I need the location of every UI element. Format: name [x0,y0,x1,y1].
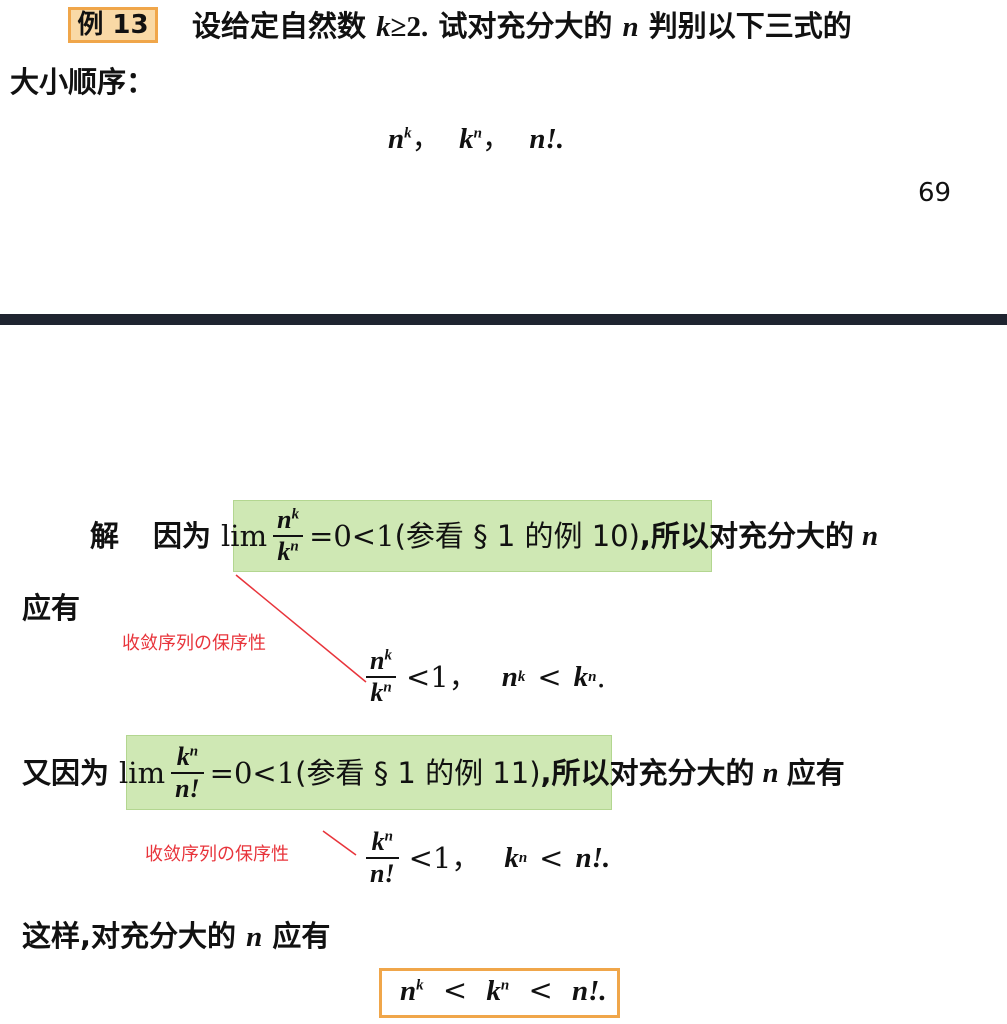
final-nfact: n!. [571,975,607,1007]
formula-1: nk kn <1， nk < kn. [360,642,606,712]
annotation-order-preserving-2: 收敛序列の保序性 [145,844,289,865]
frac3-den-nfact: n! [175,774,200,803]
annotation-line-1 [235,574,367,683]
final-n: n [400,975,417,1007]
lim-2: lim [119,755,166,790]
ineq2-lt: < [539,840,564,875]
ineq1-n: n [501,660,518,693]
annotation-line-2 [322,830,357,856]
ineq2-k: k [504,841,519,874]
should-have-2: 应有 [786,755,845,790]
solution-line-2: 又因为 lim kn n! =0<1 (参看 § 1 的例 11) ,所以对充分… [22,740,845,806]
lt-one-2: <1， [408,840,481,875]
frac2-num-sup: k [384,647,392,664]
fraction-nk-over-kn-2: nk kn [366,647,396,708]
var-n-3: n [246,921,263,953]
so-text-2: ,所以对充分大的 [540,755,755,790]
ineq1-k: k [573,660,589,693]
final-k: k [486,975,501,1007]
frac4-den-nfact: n! [370,859,395,888]
eq-zero-lt-one-2: =0<1 [209,755,296,790]
reference-example-11: (参看 § 1 的例 11) [295,755,541,790]
final-sup-k: k [416,977,424,994]
frac4-num-sup: n [384,828,393,845]
solution-line-3: 这样,对充分大的 n 应有 [22,922,330,952]
again-because-text: 又因为 [22,755,110,790]
ineq2-nfact: n!. [575,841,611,874]
thus-text: 这样,对充分大的 [22,919,237,953]
final-lt-1: < [442,973,468,1007]
frac2-num-n: n [370,645,385,675]
fraction-kn-over-nfact-2: kn n! [366,828,399,889]
frac4-num-k: k [371,826,385,856]
should-have-3: 应有 [272,919,331,953]
var-n-2: n [762,756,779,789]
ineq1-period: . [596,659,606,694]
final-result: nk < kn < n!. [400,976,607,1006]
frac3-num-sup: n [189,743,199,760]
ineq1-lt: < [537,659,562,694]
formula-2: kn n! <1， kn < n!. [360,822,610,894]
fraction-kn-over-nfact: kn n! [171,743,204,804]
final-lt-2: < [528,973,553,1007]
frac3-num-k: k [176,741,190,771]
lt-one-1: <1， [405,659,478,694]
frac2-den-k: k [370,678,384,707]
frac2-den-sup: n [383,679,392,696]
final-sup-n: n [500,977,510,994]
